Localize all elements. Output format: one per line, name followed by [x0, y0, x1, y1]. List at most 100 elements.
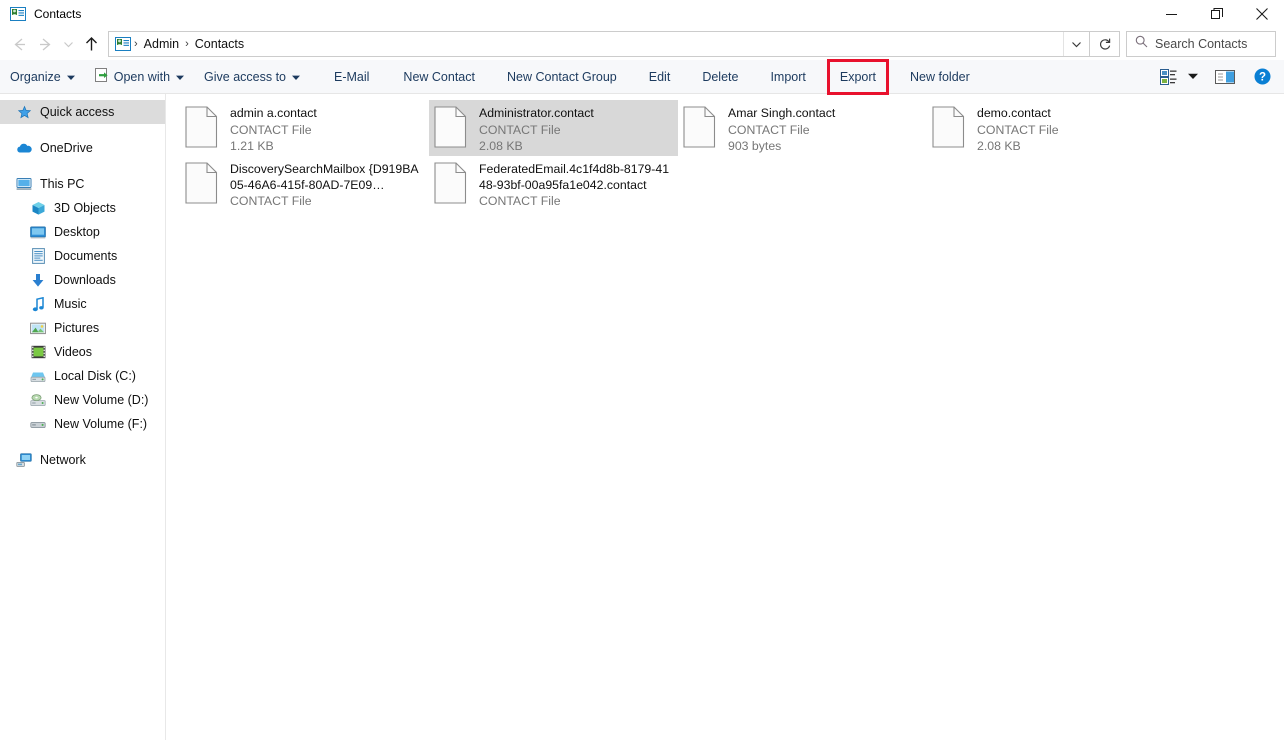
- sidebar-item-pictures[interactable]: Pictures: [0, 316, 165, 340]
- search-input[interactable]: Search Contacts: [1126, 31, 1276, 57]
- music-note-icon: [30, 296, 46, 312]
- sidebar-item-label: Music: [54, 297, 87, 311]
- list-item[interactable]: FederatedEmail.4c1f4d8b-8179-4148-93bf-0…: [429, 156, 678, 212]
- removable-drive-icon: [30, 416, 46, 432]
- sidebar-item-network[interactable]: Network: [0, 448, 165, 472]
- new-contact-group-button[interactable]: New Contact Group: [497, 60, 627, 94]
- monitor-icon: [16, 176, 32, 192]
- export-label: Export: [839, 69, 877, 84]
- minimize-icon[interactable]: [1149, 0, 1194, 28]
- open-with-button[interactable]: Open with: [85, 60, 194, 94]
- file-list-pane[interactable]: admin a.contact CONTACT File 1.21 KB Adm…: [166, 94, 1284, 740]
- new-contact-group-label: New Contact Group: [506, 69, 617, 84]
- file-name: Amar Singh.contact: [728, 106, 836, 120]
- window-title: Contacts: [34, 7, 82, 21]
- breadcrumb-item-admin[interactable]: Admin: [139, 37, 184, 51]
- navigation-pane[interactable]: Quick access OneDrive This PC 3D Objects…: [0, 94, 166, 740]
- sidebar-item-label: Downloads: [54, 273, 116, 287]
- give-access-to-button[interactable]: Give access to: [194, 60, 310, 94]
- file-info: DiscoverySearchMailbox {D919BA05-46A6-41…: [230, 161, 425, 209]
- new-contact-button[interactable]: New Contact: [393, 60, 485, 94]
- file-name: admin a.contact: [230, 106, 317, 120]
- list-item[interactable]: Administrator.contact CONTACT File 2.08 …: [429, 100, 678, 156]
- file-type: CONTACT File: [479, 194, 561, 208]
- address-bar[interactable]: › Admin › Contacts: [108, 31, 1090, 57]
- chevron-down-icon: [176, 70, 185, 84]
- restore-icon[interactable]: [1194, 0, 1239, 28]
- open-with-icon: [94, 67, 109, 86]
- new-folder-button[interactable]: New folder: [900, 60, 980, 94]
- breadcrumb-item-contacts[interactable]: Contacts: [190, 37, 249, 51]
- edit-button[interactable]: Edit: [639, 60, 681, 94]
- generic-file-icon: [434, 162, 467, 204]
- sidebar-item-local-disk-c[interactable]: Local Disk (C:): [0, 364, 165, 388]
- file-size: 2.08 KB: [479, 138, 523, 153]
- file-info: demo.contact CONTACT File 2.08 KB: [977, 105, 1172, 154]
- address-dropdown-chevron-down-icon[interactable]: [1063, 32, 1089, 56]
- toolbar-right-icons: ?: [1155, 60, 1284, 94]
- sidebar-item-downloads[interactable]: Downloads: [0, 268, 165, 292]
- cube-icon: [30, 200, 46, 216]
- edit-label: Edit: [648, 69, 671, 84]
- export-button[interactable]: Export: [826, 58, 890, 95]
- generic-file-icon: [683, 106, 716, 148]
- file-type: CONTACT File: [479, 122, 561, 137]
- organize-button[interactable]: Organize: [0, 60, 85, 94]
- delete-button[interactable]: Delete: [692, 60, 748, 94]
- sidebar-item-videos[interactable]: Videos: [0, 340, 165, 364]
- up-arrow-icon[interactable]: [78, 31, 104, 57]
- sidebar-item-documents[interactable]: Documents: [0, 244, 165, 268]
- sidebar-item-desktop[interactable]: Desktop: [0, 220, 165, 244]
- sidebar-item-new-volume-f[interactable]: New Volume (F:): [0, 412, 165, 436]
- forward-arrow-icon[interactable]: [32, 31, 58, 57]
- sidebar-item-label: Pictures: [54, 321, 100, 335]
- import-button[interactable]: Import: [760, 60, 815, 94]
- breadcrumb: › Admin › Contacts: [109, 36, 1063, 52]
- back-arrow-icon[interactable]: [6, 31, 32, 57]
- file-info: admin a.contact CONTACT File 1.21 KB: [230, 105, 425, 154]
- help-icon[interactable]: ?: [1249, 60, 1276, 94]
- file-type: CONTACT File: [230, 194, 312, 208]
- hard-drive-icon: [30, 368, 46, 384]
- download-icon: [30, 272, 46, 288]
- contact-card-icon: [10, 6, 26, 22]
- window-controls: [1149, 0, 1284, 28]
- sidebar-item-quick-access[interactable]: Quick access: [0, 100, 165, 124]
- document-icon: [30, 248, 46, 264]
- list-item[interactable]: demo.contact CONTACT File 2.08 KB: [927, 100, 1176, 156]
- file-info: FederatedEmail.4c1f4d8b-8179-4148-93bf-0…: [479, 161, 674, 209]
- title-bar: Contacts: [0, 0, 1284, 28]
- sidebar-item-music[interactable]: Music: [0, 292, 165, 316]
- desktop-icon: [30, 224, 46, 240]
- refresh-icon[interactable]: [1090, 31, 1120, 57]
- chevron-down-icon: [292, 70, 300, 84]
- view-options-icon[interactable]: [1155, 60, 1182, 94]
- sidebar-item-label: OneDrive: [40, 141, 93, 155]
- contact-card-icon[interactable]: [115, 36, 131, 52]
- view-options-caret-icon[interactable]: [1182, 60, 1210, 94]
- file-name: Administrator.contact: [479, 106, 594, 120]
- file-info: Administrator.contact CONTACT File 2.08 …: [479, 105, 674, 154]
- import-label: Import: [770, 69, 806, 84]
- sidebar-item-label: Local Disk (C:): [54, 369, 136, 383]
- give-access-to-label: Give access to: [204, 69, 286, 84]
- sidebar-item-label: This PC: [40, 177, 85, 191]
- list-item[interactable]: admin a.contact CONTACT File 1.21 KB: [180, 100, 429, 156]
- delete-label: Delete: [702, 69, 739, 84]
- sidebar-item-3d-objects[interactable]: 3D Objects: [0, 196, 165, 220]
- search-placeholder: Search Contacts: [1155, 37, 1248, 51]
- list-item[interactable]: Amar Singh.contact CONTACT File 903 byte…: [678, 100, 927, 156]
- sidebar-item-new-volume-d[interactable]: New Volume (D:): [0, 388, 165, 412]
- close-icon[interactable]: [1239, 0, 1284, 28]
- email-button[interactable]: E-Mail: [324, 60, 379, 94]
- list-item[interactable]: DiscoverySearchMailbox {D919BA05-46A6-41…: [180, 156, 429, 212]
- preview-pane-icon[interactable]: [1210, 60, 1249, 94]
- recent-locations-chevron-down-icon[interactable]: [58, 31, 78, 57]
- sidebar-item-this-pc[interactable]: This PC: [0, 172, 165, 196]
- sidebar-item-label: Quick access: [40, 105, 115, 119]
- sidebar-item-onedrive[interactable]: OneDrive: [0, 136, 165, 160]
- file-type: CONTACT File: [977, 122, 1059, 137]
